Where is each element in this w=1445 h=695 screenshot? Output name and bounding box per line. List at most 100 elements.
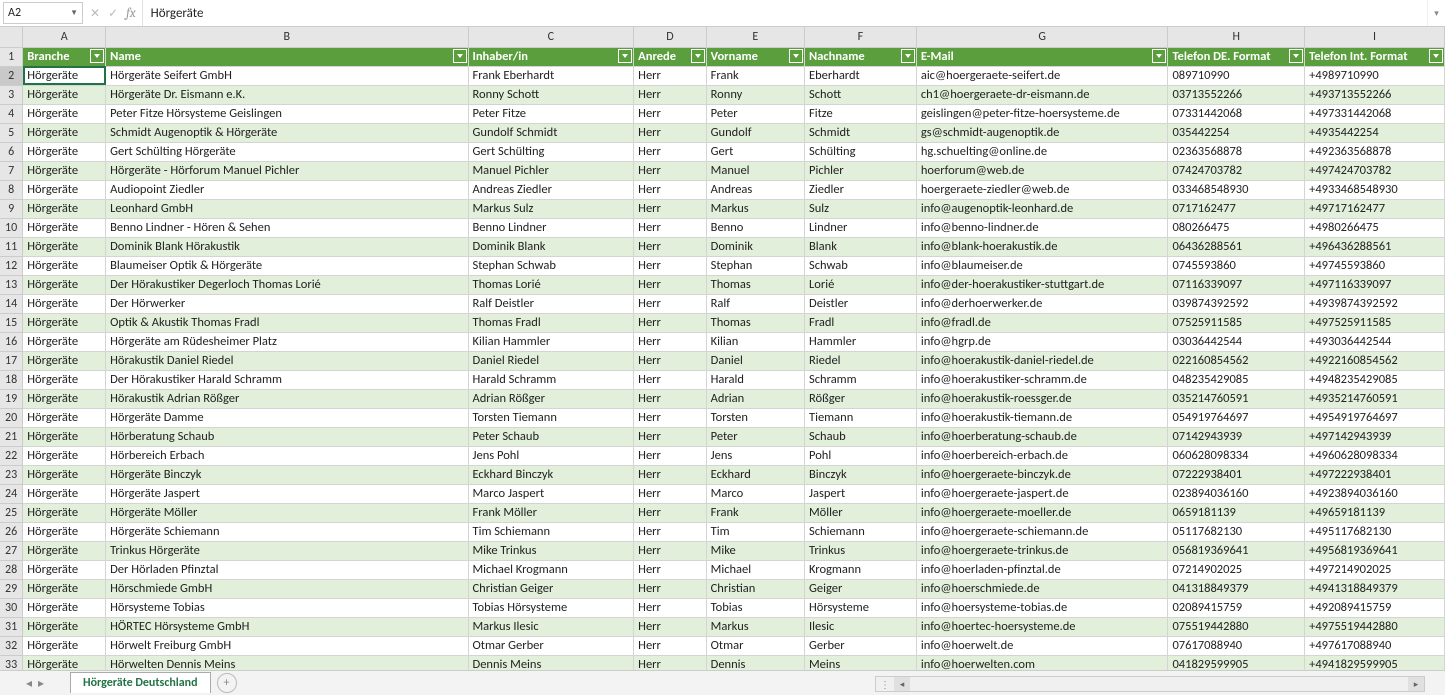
cell[interactable]: +497617088940 bbox=[1305, 636, 1445, 655]
cell[interactable]: +497214902025 bbox=[1305, 560, 1445, 579]
cell[interactable]: Herr bbox=[634, 465, 706, 484]
cell[interactable]: Ralf bbox=[706, 294, 804, 313]
cell[interactable]: +497525911585 bbox=[1305, 313, 1445, 332]
tab-next-icon[interactable]: ▸ bbox=[38, 676, 44, 691]
cell[interactable]: Hörgeräte Dr. Eismann e.K. bbox=[106, 85, 468, 104]
cell[interactable]: info@hoergeraete-moeller.de bbox=[916, 503, 1168, 522]
scroll-split-icon[interactable]: ⋮ bbox=[876, 678, 894, 691]
row-header-13[interactable]: 13 bbox=[0, 275, 23, 294]
cell[interactable]: Jens Pohl bbox=[468, 446, 634, 465]
cell[interactable]: Der Hörakustiker Harald Schramm bbox=[106, 370, 468, 389]
row-header-16[interactable]: 16 bbox=[0, 332, 23, 351]
cell[interactable]: info@fradl.de bbox=[916, 313, 1168, 332]
cell[interactable]: Hörgeräte bbox=[23, 503, 106, 522]
cell[interactable]: Benno Lindner - Hören & Sehen bbox=[106, 218, 468, 237]
cell[interactable]: Jaspert bbox=[805, 484, 917, 503]
cell[interactable]: Herr bbox=[634, 66, 706, 85]
filter-dropdown-icon[interactable] bbox=[789, 49, 803, 63]
cell[interactable]: Herr bbox=[634, 427, 706, 446]
cell[interactable]: Manuel bbox=[706, 161, 804, 180]
scroll-left-button[interactable]: ◂ bbox=[894, 677, 910, 691]
cell[interactable]: Thomas bbox=[706, 275, 804, 294]
cell[interactable]: Hörgeräte bbox=[23, 389, 106, 408]
cell[interactable]: Gert Schülting bbox=[468, 142, 634, 161]
col-header-D[interactable]: D bbox=[634, 27, 706, 47]
cell[interactable]: Herr bbox=[634, 636, 706, 655]
cell[interactable]: Marco bbox=[706, 484, 804, 503]
cell[interactable]: Herr bbox=[634, 275, 706, 294]
cell[interactable]: info@hoerakustik-daniel-riedel.de bbox=[916, 351, 1168, 370]
cell[interactable]: Lorié bbox=[805, 275, 917, 294]
cell[interactable]: Blaumeiser Optik & Hörgeräte bbox=[106, 256, 468, 275]
cell[interactable]: Hörakustik Adrian Rößger bbox=[106, 389, 468, 408]
cell[interactable]: Hörschmiede GmbH bbox=[106, 579, 468, 598]
row-header-18[interactable]: 18 bbox=[0, 370, 23, 389]
cell[interactable]: +4933468548930 bbox=[1305, 180, 1445, 199]
filter-dropdown-icon[interactable] bbox=[901, 49, 915, 63]
cell[interactable]: +492363568878 bbox=[1305, 142, 1445, 161]
cell[interactable]: 0745593860 bbox=[1168, 256, 1305, 275]
cell[interactable]: Herr bbox=[634, 655, 706, 670]
cell[interactable]: info@der-hoerakustiker-stuttgart.de bbox=[916, 275, 1168, 294]
cell[interactable]: info@hoerakustik-tiemann.de bbox=[916, 408, 1168, 427]
row-header-31[interactable]: 31 bbox=[0, 617, 23, 636]
cell[interactable]: Hörgeräte bbox=[23, 617, 106, 636]
row-header-2[interactable]: 2 bbox=[0, 66, 23, 85]
cell[interactable]: Michael bbox=[706, 560, 804, 579]
cell[interactable]: Gundolf bbox=[706, 123, 804, 142]
cell[interactable]: info@hoerberatung-schaub.de bbox=[916, 427, 1168, 446]
row-header-25[interactable]: 25 bbox=[0, 503, 23, 522]
cell[interactable]: Rößger bbox=[805, 389, 917, 408]
cell[interactable]: +4948235429085 bbox=[1305, 370, 1445, 389]
name-box[interactable]: A2 ▼ bbox=[3, 2, 83, 24]
cell[interactable]: Hörgeräte bbox=[23, 541, 106, 560]
cell[interactable]: +4956819369641 bbox=[1305, 541, 1445, 560]
cell[interactable]: Herr bbox=[634, 294, 706, 313]
cell[interactable]: 022160854562 bbox=[1168, 351, 1305, 370]
cell[interactable]: Hörwelt Freiburg GmbH bbox=[106, 636, 468, 655]
cell[interactable]: Herr bbox=[634, 313, 706, 332]
cell[interactable]: 05117682130 bbox=[1168, 522, 1305, 541]
cell[interactable]: 023894036160 bbox=[1168, 484, 1305, 503]
cell[interactable]: info@hoergeraete-jaspert.de bbox=[916, 484, 1168, 503]
row-header-10[interactable]: 10 bbox=[0, 218, 23, 237]
filter-dropdown-icon[interactable] bbox=[691, 49, 705, 63]
cell[interactable]: Herr bbox=[634, 503, 706, 522]
cell[interactable]: Markus Ilesic bbox=[468, 617, 634, 636]
cell[interactable]: Markus Sulz bbox=[468, 199, 634, 218]
expand-formula-bar-icon[interactable]: ▾ bbox=[1427, 0, 1445, 26]
cell[interactable]: Hörgeräte bbox=[23, 446, 106, 465]
cell[interactable]: 03036442544 bbox=[1168, 332, 1305, 351]
cell[interactable]: Hörgeräte bbox=[23, 465, 106, 484]
cell[interactable]: Hörgeräte Möller bbox=[106, 503, 468, 522]
cell[interactable]: Pohl bbox=[805, 446, 917, 465]
cell[interactable]: Hörwelten Dennis Meins bbox=[106, 655, 468, 670]
cell[interactable]: Hörgeräte bbox=[23, 598, 106, 617]
cell[interactable]: Herr bbox=[634, 598, 706, 617]
cell[interactable]: Hörgeräte bbox=[23, 313, 106, 332]
cell[interactable]: Benno Lindner bbox=[468, 218, 634, 237]
cell[interactable]: +4975519442880 bbox=[1305, 617, 1445, 636]
cell[interactable]: Michael Krogmann bbox=[468, 560, 634, 579]
cell[interactable]: Hörgeräte - Hörforum Manuel Pichler bbox=[106, 161, 468, 180]
cell[interactable]: Schülting bbox=[805, 142, 917, 161]
row-header-24[interactable]: 24 bbox=[0, 484, 23, 503]
cell[interactable]: Dennis Meins bbox=[468, 655, 634, 670]
cell[interactable]: Dominik Blank bbox=[468, 237, 634, 256]
cell[interactable]: Schmidt bbox=[805, 123, 917, 142]
sheet-tab-active[interactable]: Hörgeräte Deutschland bbox=[70, 672, 211, 693]
cell[interactable]: Schiemann bbox=[805, 522, 917, 541]
filter-dropdown-icon[interactable] bbox=[1429, 49, 1443, 63]
cell[interactable]: 07116339097 bbox=[1168, 275, 1305, 294]
cell[interactable]: Hörgeräte bbox=[23, 351, 106, 370]
cell[interactable]: +4954919764697 bbox=[1305, 408, 1445, 427]
cell[interactable]: Herr bbox=[634, 579, 706, 598]
cell[interactable]: info@hoerbereich-erbach.de bbox=[916, 446, 1168, 465]
cell[interactable]: Krogmann bbox=[805, 560, 917, 579]
cell[interactable]: Gundolf Schmidt bbox=[468, 123, 634, 142]
cell[interactable]: 041829599905 bbox=[1168, 655, 1305, 670]
cell[interactable]: Frank Eberhardt bbox=[468, 66, 634, 85]
select-all-corner[interactable] bbox=[0, 27, 23, 47]
cell[interactable]: info@hoersysteme-tobias.de bbox=[916, 598, 1168, 617]
cell[interactable]: Deistler bbox=[805, 294, 917, 313]
